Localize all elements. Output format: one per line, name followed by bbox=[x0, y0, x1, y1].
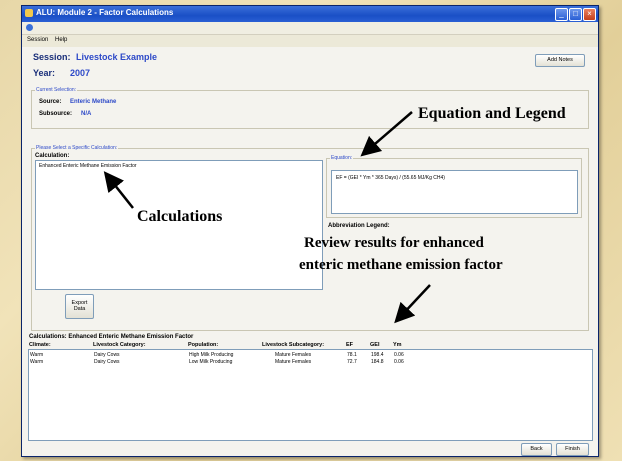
annotation-calculations: Calculations bbox=[137, 208, 223, 225]
annotation-review-line2: enteric methane emission factor bbox=[299, 257, 503, 273]
annotation-review-line1: Review results for enhanced bbox=[304, 235, 484, 251]
annotation-equation-legend: Equation and Legend bbox=[418, 105, 566, 122]
annotation-arrows bbox=[103, 111, 431, 324]
arrow-review bbox=[394, 284, 431, 324]
arrow-calculations bbox=[103, 171, 134, 209]
arrow-equation bbox=[360, 111, 413, 157]
